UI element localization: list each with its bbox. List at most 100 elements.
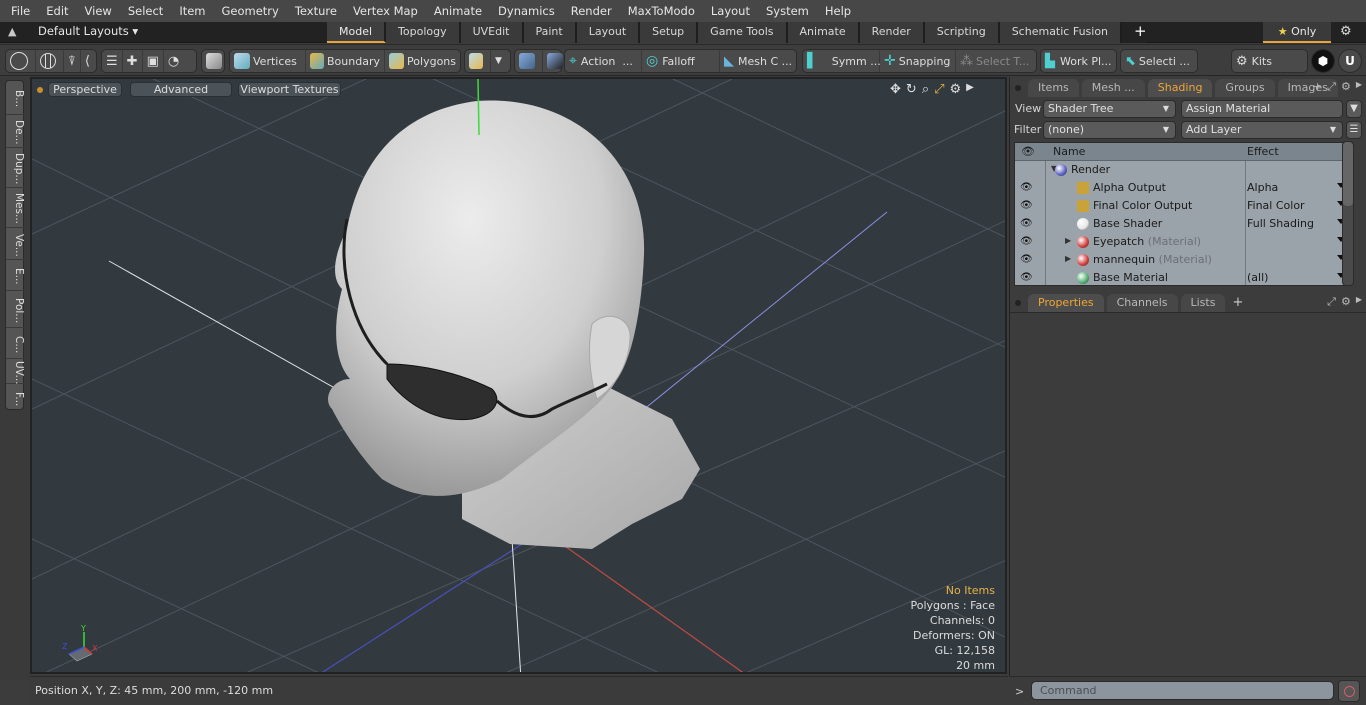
expand-arrow-icon[interactable]: ▶ (966, 82, 974, 97)
item-mode-button[interactable] (202, 50, 229, 72)
gear-icon[interactable]: ⚙ (1340, 24, 1352, 39)
filter-dropdown[interactable]: (none) ▼ (1043, 121, 1176, 139)
pan-icon[interactable]: ✥ (890, 82, 901, 97)
menu-view[interactable]: View (77, 0, 120, 22)
menu-geometry[interactable]: Geometry (214, 0, 287, 22)
material-mode-dropdown[interactable]: ▼ (491, 50, 506, 72)
left-tab-5[interactable]: E... (6, 260, 25, 291)
world-axis-button[interactable] (515, 50, 543, 72)
tab-game-tools[interactable]: Game Tools (698, 22, 788, 43)
selection-sets-button[interactable]: ⬉ Selecti ... (1121, 50, 1197, 72)
select-circle-button[interactable] (6, 50, 36, 72)
select-globe-button[interactable] (36, 50, 64, 72)
left-tab-1[interactable]: De... (6, 115, 25, 148)
viewport-status-dot[interactable] (37, 87, 43, 93)
view-dropdown[interactable]: Shader Tree ▼ (1043, 100, 1176, 118)
snapping-button[interactable]: ✛ Snapping (880, 50, 956, 72)
action-center-button[interactable]: ⌖ Action ... (565, 50, 642, 72)
shader-tree-row[interactable]: 👁 ▶ mannequin (Material) (1015, 251, 1349, 269)
visibility-eye-icon[interactable]: 👁 (1020, 272, 1034, 284)
panel-gear-icon[interactable]: ⚙ (1341, 80, 1351, 94)
maximize-icon[interactable]: ⤢ (934, 82, 944, 97)
work-plane-button[interactable]: ▙ Work Pl... (1041, 50, 1116, 72)
unity-button[interactable]: ⬢ (1311, 49, 1335, 73)
visibility-eye-icon[interactable]: 👁 (1020, 236, 1034, 248)
left-tab-3[interactable]: Mes... (6, 188, 25, 228)
left-tab-9[interactable]: F... (6, 384, 25, 412)
uv-radial-button[interactable]: ◔ (164, 50, 183, 72)
add-layer-dropdown[interactable]: Add Layer ▼ (1181, 121, 1343, 139)
uv-stack-button[interactable]: ☰ (102, 50, 123, 72)
left-tab-7[interactable]: C... (6, 328, 25, 359)
tab-schematic-fusion[interactable]: Schematic Fusion (999, 22, 1123, 43)
shader-tree-row[interactable]: ▼Render (1015, 161, 1349, 179)
select-through-button[interactable]: ⁂ Select T... (956, 50, 1036, 72)
effect-column-header[interactable]: Effect (1247, 145, 1279, 158)
left-tab-8[interactable]: UV... (6, 359, 25, 384)
shader-tree-row[interactable]: 👁 ▶ Eyepatch (Material) (1015, 233, 1349, 251)
menu-maxtomodo[interactable]: MaxToModo (620, 0, 703, 22)
zoom-icon[interactable]: ⌕ (922, 82, 929, 97)
menu-render[interactable]: Render (563, 0, 620, 22)
scrollbar-thumb[interactable] (1343, 142, 1353, 206)
unreal-button[interactable]: U (1338, 49, 1362, 73)
visibility-eye-icon[interactable]: 👁 (1020, 218, 1034, 230)
tab-render[interactable]: Render (859, 22, 925, 43)
menu-vertex-map[interactable]: Vertex Map (345, 0, 426, 22)
record-macro-button[interactable] (1338, 680, 1360, 702)
advanced-shading-button[interactable]: Advanced (130, 82, 232, 97)
assign-material-button[interactable]: Assign Material (1181, 100, 1343, 118)
shader-tree-row[interactable]: 👁 Alpha Output Alpha (1015, 179, 1349, 197)
command-input[interactable]: Command (1031, 681, 1334, 700)
rotate-icon[interactable]: ↻ (906, 82, 917, 97)
only-toggle[interactable]: ★ Only (1263, 22, 1331, 43)
layouts-dropdown[interactable]: Default Layouts ▾ (38, 24, 138, 38)
vertices-button[interactable]: Vertices (230, 50, 306, 72)
menu-dynamics[interactable]: Dynamics (490, 0, 563, 22)
add-panel-tab-button[interactable]: + (1228, 294, 1247, 312)
tab-layout[interactable]: Layout (576, 22, 641, 43)
visibility-eye-icon[interactable]: 👁 (1020, 200, 1034, 212)
menu-layout[interactable]: Layout (703, 0, 758, 22)
collapse-arrow-icon[interactable]: ▲ (8, 25, 22, 39)
mesh-constraints-button[interactable]: ◣ Mesh C ... (720, 50, 796, 72)
maximize-panel-icon[interactable]: ⤢ (1327, 80, 1336, 94)
tree-scrollbar[interactable] (1342, 141, 1354, 286)
panel-tab-items[interactable]: Items (1028, 79, 1079, 97)
tab-paint[interactable]: Paint (523, 22, 577, 43)
left-tab-2[interactable]: Dup... (6, 148, 25, 188)
maximize-panel-icon[interactable]: ⤢ (1327, 295, 1336, 309)
uv-cross-button[interactable]: ✚ (123, 50, 143, 72)
add-layout-tab-button[interactable]: + (1122, 22, 1147, 43)
expand-triangle-icon[interactable]: ▶ (1065, 254, 1071, 263)
3d-viewport[interactable]: Y X Z Perspective Advanced Viewport Text… (30, 77, 1007, 674)
menu-animate[interactable]: Animate (426, 0, 490, 22)
panel-tab-groups[interactable]: Groups (1215, 79, 1275, 97)
visibility-eye-icon[interactable]: 👁 (1020, 182, 1034, 194)
panel-arrow-icon[interactable]: ▶ (1356, 295, 1362, 309)
menu-edit[interactable]: Edit (38, 0, 76, 22)
panel-tab-properties[interactable]: Properties (1028, 294, 1104, 312)
panel-tab-lists[interactable]: Lists (1180, 294, 1226, 312)
falloff-button[interactable]: ◎ Falloff (642, 50, 720, 72)
polygons-button[interactable]: Polygons (385, 50, 460, 72)
kits-button[interactable]: ⚙ Kits (1232, 50, 1307, 72)
viewport-gear-icon[interactable]: ⚙ (950, 82, 962, 97)
shader-tree-row[interactable]: 👁 Final Color Output Final Color (1015, 197, 1349, 215)
left-tab-0[interactable]: B... (6, 81, 25, 115)
uv-square-button[interactable]: ▣ (143, 50, 164, 72)
name-column-header[interactable]: Name (1053, 145, 1085, 158)
left-tab-4[interactable]: Ve... (6, 228, 25, 260)
add-tab-icon[interactable]: + (1313, 80, 1322, 94)
panel-tab-mesh[interactable]: Mesh ... (1081, 79, 1145, 97)
tab-topology[interactable]: Topology (386, 22, 461, 43)
panel-tab-shading[interactable]: Shading (1147, 79, 1213, 97)
menu-texture[interactable]: Texture (287, 0, 345, 22)
panel-arrow-icon[interactable]: ▶ (1356, 80, 1362, 94)
tab-uvedit[interactable]: UVEdit (460, 22, 524, 43)
expand-triangle-icon[interactable]: ▶ (1065, 236, 1071, 245)
menu-system[interactable]: System (758, 0, 817, 22)
menu-item[interactable]: Item (171, 0, 213, 22)
visibility-eye-icon[interactable]: 👁 (1020, 254, 1034, 266)
shader-tree-row[interactable]: 👁 Base Material (all) (1015, 269, 1349, 285)
